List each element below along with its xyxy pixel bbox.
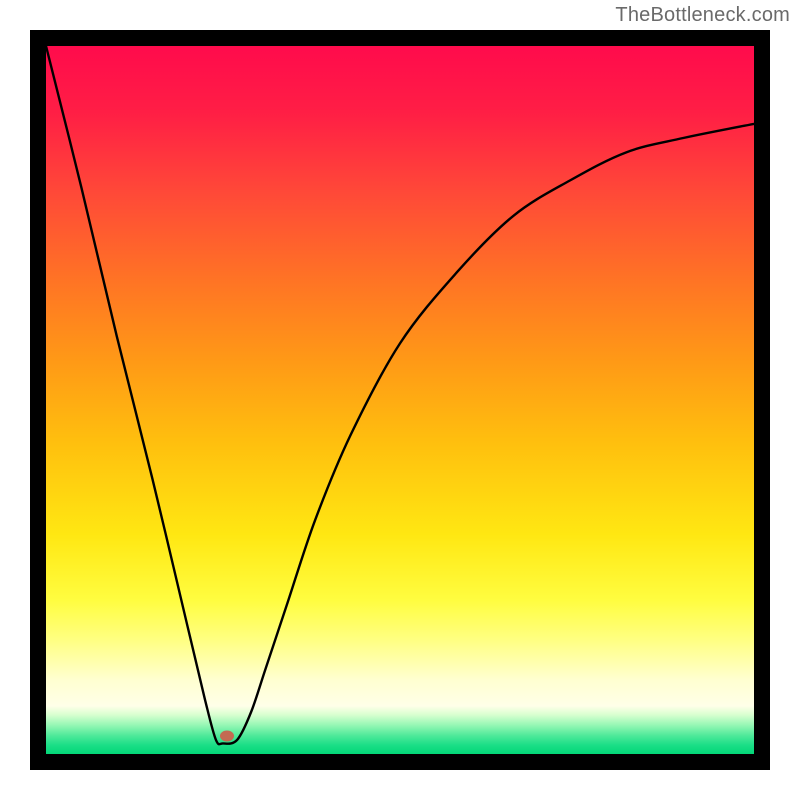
plot-area (46, 46, 754, 754)
bottleneck-curve (46, 46, 754, 754)
chart-container: TheBottleneck.com (0, 0, 800, 800)
highlight-marker (220, 731, 234, 742)
curve-path (46, 46, 754, 744)
watermark-text: TheBottleneck.com (615, 4, 790, 27)
